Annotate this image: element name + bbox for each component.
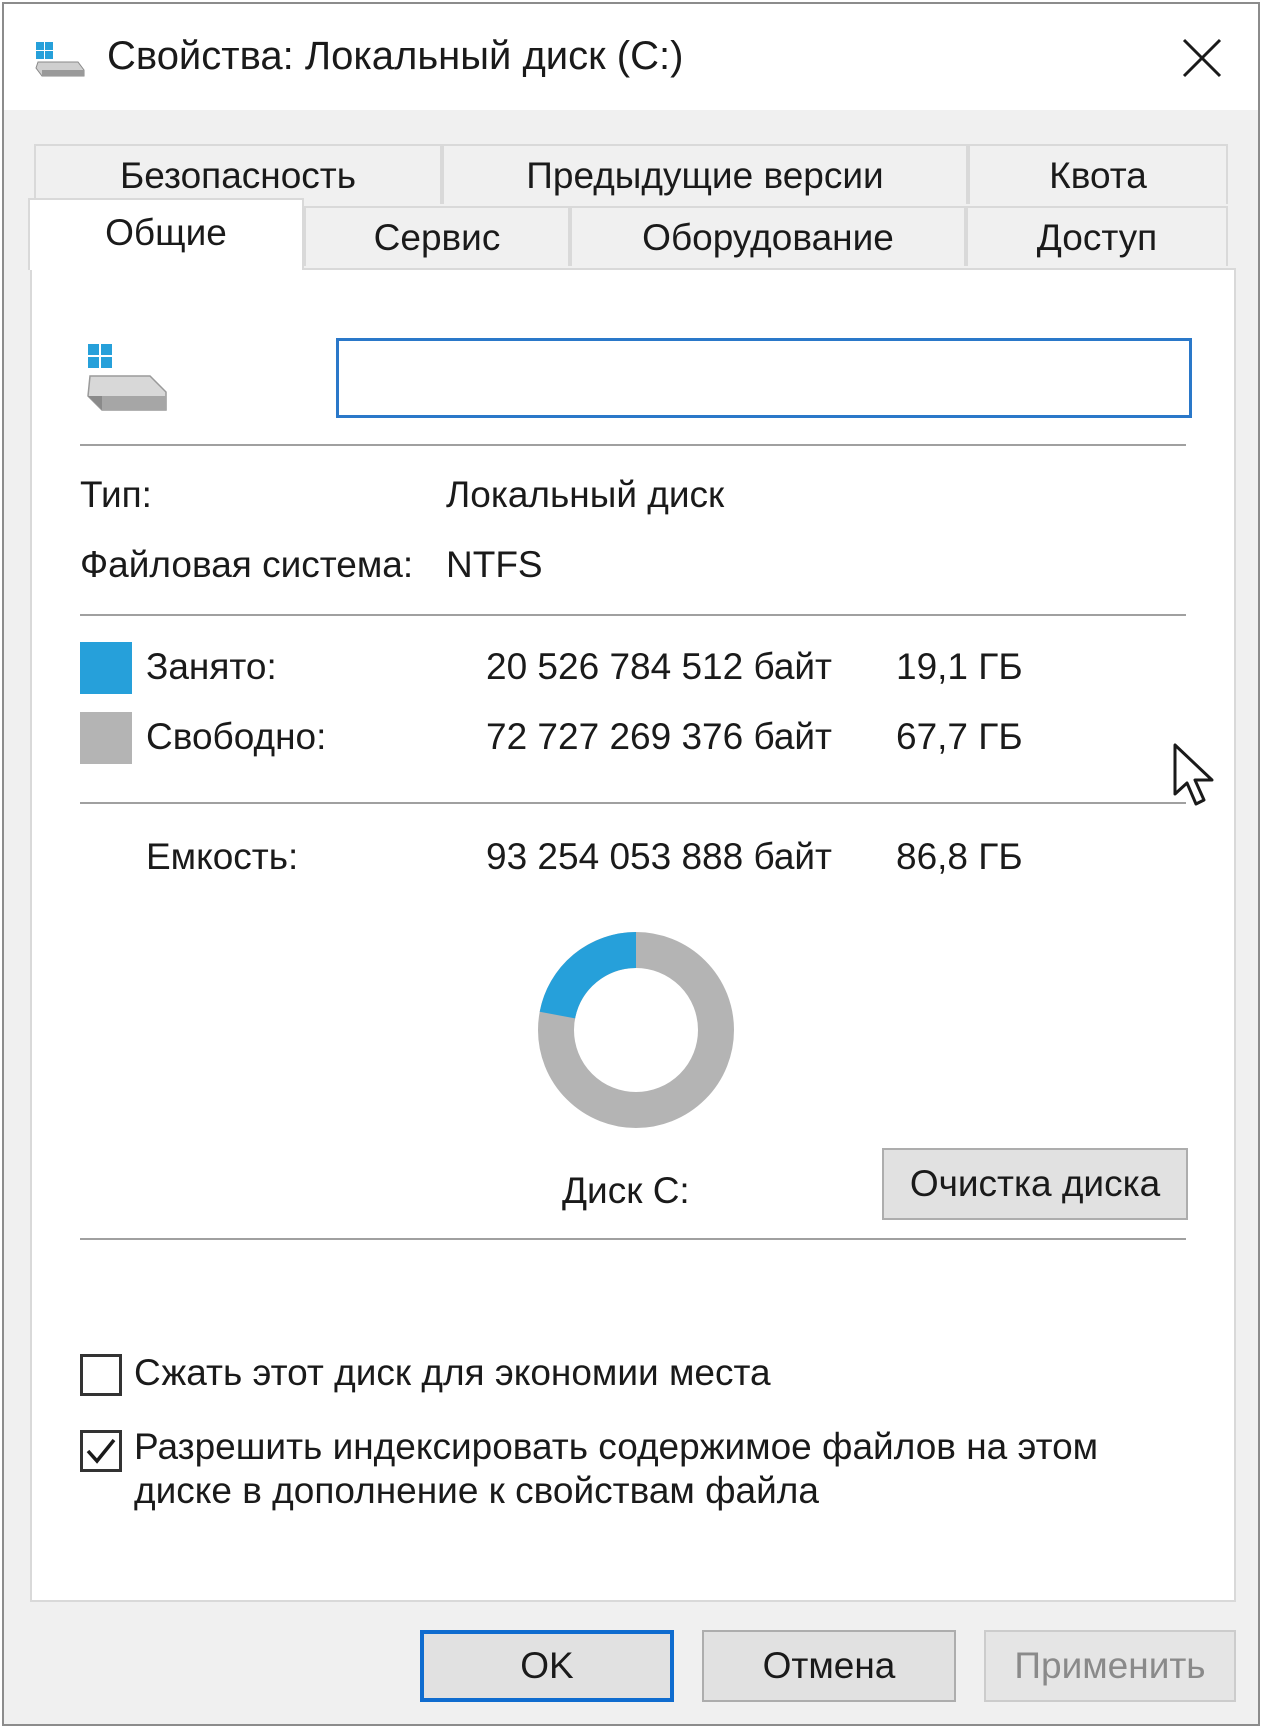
disk-usage-donut	[538, 932, 734, 1128]
ok-button[interactable]: OK	[420, 1630, 674, 1702]
capacity-label: Емкость:	[146, 836, 299, 877]
tab-quota[interactable]: Квота	[968, 144, 1228, 204]
separator	[80, 802, 1186, 804]
drive-icon	[35, 42, 85, 77]
mouse-cursor-icon	[1173, 743, 1214, 806]
used-size: 19,1 ГБ	[896, 646, 1023, 687]
free-bytes: 72 727 269 376 байт	[486, 716, 833, 757]
compress-checkbox-label: Сжать этот диск для экономии места	[134, 1352, 771, 1393]
tab-sharing[interactable]: Доступ	[966, 206, 1228, 266]
cancel-button[interactable]: Отмена	[702, 1630, 956, 1702]
free-space-swatch	[80, 712, 132, 764]
used-bytes: 20 526 784 512 байт	[486, 646, 833, 687]
tab-general[interactable]: Общие	[28, 198, 304, 270]
disk-cleanup-button[interactable]: Очистка диска	[882, 1148, 1188, 1220]
donut-used-segment	[539, 932, 637, 1020]
tab-label: Предыдущие версии	[526, 155, 884, 196]
separator	[80, 444, 1186, 446]
type-value: Локальный диск	[446, 474, 725, 515]
tab-label: Общие	[105, 212, 227, 253]
title-bar: Свойства: Локальный диск (C:)	[4, 4, 1258, 110]
filesystem-label: Файловая система:	[80, 544, 414, 585]
drive-label-input[interactable]	[336, 338, 1192, 418]
capacity-bytes: 93 254 053 888 байт	[486, 836, 833, 877]
drive-caption: Диск C:	[562, 1170, 690, 1211]
filesystem-value: NTFS	[446, 544, 543, 585]
tab-label: Безопасность	[119, 155, 357, 196]
checkmark-icon	[86, 1438, 116, 1464]
free-size: 67,7 ГБ	[896, 716, 1023, 757]
index-checkbox-label-line2: диске в дополнение к свойствам файла	[134, 1470, 819, 1511]
apply-button[interactable]: Применить	[984, 1630, 1236, 1702]
used-label: Занято:	[146, 646, 277, 687]
tab-label: Квота	[1049, 155, 1147, 196]
separator	[80, 1238, 1186, 1240]
window-title: Свойства: Локальный диск (C:)	[107, 34, 684, 78]
tab-label: Оборудование	[642, 217, 894, 258]
tab-tools[interactable]: Сервис	[304, 206, 570, 266]
local-disk-icon	[87, 344, 167, 411]
type-label: Тип:	[80, 474, 152, 515]
index-checkbox-label-line1: Разрешить индексировать содержимое файло…	[134, 1426, 1099, 1467]
tab-label: Доступ	[1036, 217, 1158, 258]
tab-label: Сервис	[373, 217, 501, 258]
capacity-size: 86,8 ГБ	[896, 836, 1023, 877]
close-icon[interactable]	[1176, 32, 1228, 84]
tab-hardware[interactable]: Оборудование	[570, 206, 966, 266]
tab-previous-versions[interactable]: Предыдущие версии	[442, 144, 968, 204]
index-checkbox[interactable]	[80, 1430, 122, 1472]
compress-checkbox[interactable]	[80, 1354, 122, 1396]
properties-dialog: Свойства: Локальный диск (C:) Безопаснос…	[2, 2, 1260, 1726]
separator	[80, 614, 1186, 616]
general-tab-panel: Тип: Локальный диск Файловая система: NT…	[30, 268, 1236, 1602]
free-label: Свободно:	[146, 716, 327, 757]
tab-security[interactable]: Безопасность	[34, 144, 442, 204]
used-space-swatch	[80, 642, 132, 694]
